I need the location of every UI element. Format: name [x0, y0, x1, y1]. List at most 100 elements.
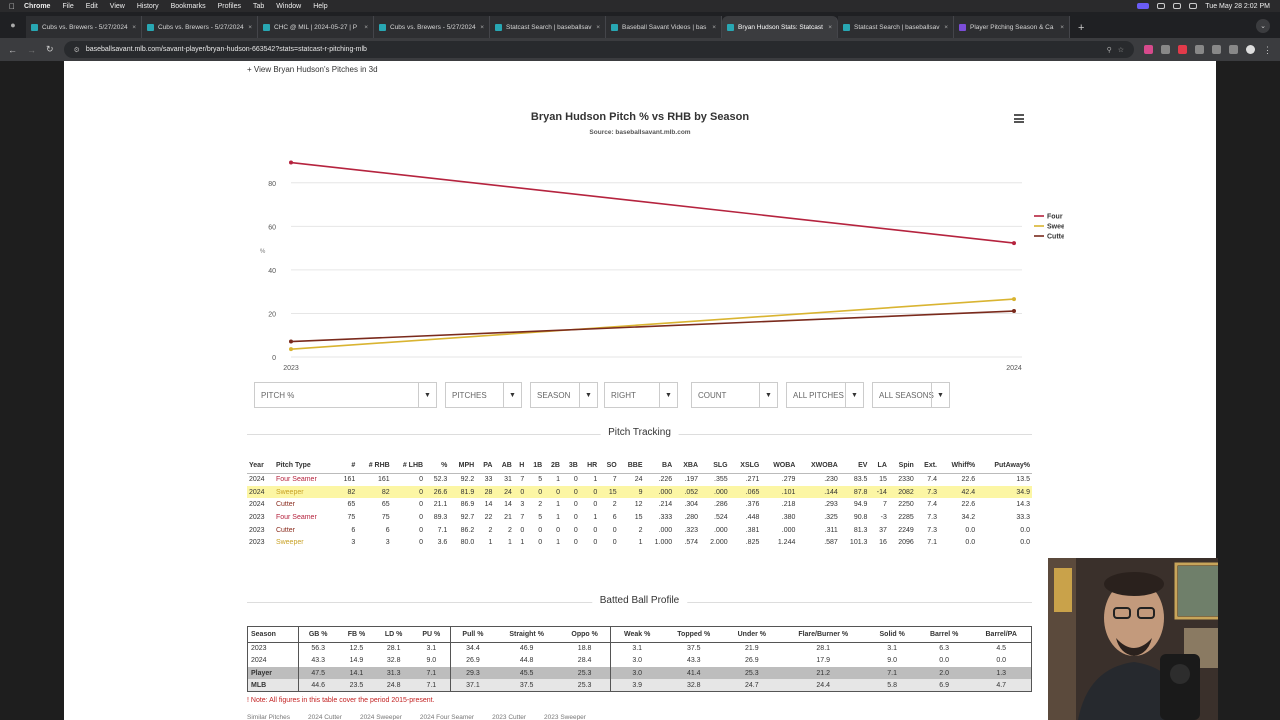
menu-window[interactable]: Window: [276, 3, 301, 10]
profile-avatar[interactable]: [1246, 45, 1255, 54]
tab-close-icon[interactable]: ×: [1060, 24, 1064, 31]
column-header[interactable]: WOBA: [761, 459, 798, 474]
chrome-menu-icon[interactable]: ⋮: [1263, 45, 1272, 55]
table-row[interactable]: 2023 Four Seamer 75 75 0 89.3 92.7 22 21 7 5 1 0 1 6 15…: [247, 511, 1032, 524]
series-line-four-seamer[interactable]: [290, 161, 1015, 244]
view-3d-link[interactable]: + View Bryan Hudson's Pitches in 3d: [247, 65, 378, 74]
column-header[interactable]: LD %: [375, 626, 413, 643]
reading-list-icon[interactable]: [1229, 45, 1238, 54]
column-header[interactable]: BBE: [618, 459, 645, 474]
browser-tab[interactable]: Player Pitching Season & Ca ×: [954, 16, 1070, 38]
extension-red-icon[interactable]: [1178, 45, 1187, 54]
browser-tab[interactable]: Cubs vs. Brewers - 5/27/2024 ×: [142, 16, 258, 38]
column-header[interactable]: # LHB: [391, 459, 426, 474]
menu-app-name[interactable]: Chrome: [24, 3, 50, 10]
column-header[interactable]: PA: [476, 459, 495, 474]
chart-menu-icon[interactable]: [1014, 114, 1024, 123]
wifi-icon[interactable]: [1173, 3, 1182, 9]
tab-close-icon[interactable]: ×: [364, 24, 368, 31]
table-row[interactable]: 2024 Four Seamer 161 161 0 52.3 92.2 33 31 7 5 1 0 1 7…: [247, 473, 1032, 486]
column-header[interactable]: FB %: [337, 626, 376, 643]
window-controls[interactable]: ●: [4, 16, 22, 34]
url-text[interactable]: baseballsavant.mlb.com/savant-player/bry…: [86, 46, 367, 53]
tab-close-icon[interactable]: ×: [712, 24, 716, 31]
column-header[interactable]: Barrel %: [916, 626, 972, 643]
column-header[interactable]: HR: [579, 459, 600, 474]
column-header[interactable]: XWOBA: [797, 459, 840, 474]
browser-tab[interactable]: Statcast Search | baseballsav ×: [490, 16, 606, 38]
column-header[interactable]: PutAway%: [977, 459, 1032, 474]
tab-close-icon[interactable]: ×: [944, 24, 948, 31]
column-header[interactable]: XSLG: [729, 459, 762, 474]
bookmark-star-icon[interactable]: ☆: [1118, 46, 1124, 54]
similar-pitch-link[interactable]: 2023 Sweeper: [544, 714, 586, 720]
column-header[interactable]: H: [513, 459, 527, 474]
column-header[interactable]: EV: [839, 459, 870, 474]
similar-pitch-link[interactable]: 2024 Sweeper: [360, 714, 402, 720]
menu-file[interactable]: File: [62, 3, 73, 10]
browser-tab[interactable]: Statcast Search | baseballsav ×: [838, 16, 954, 38]
menu-bookmarks[interactable]: Bookmarks: [171, 3, 206, 10]
column-header[interactable]: 1B: [526, 459, 545, 474]
column-header[interactable]: LA: [869, 459, 889, 474]
browser-tab[interactable]: Cubs vs. Brewers - 5/27/2024 ×: [374, 16, 490, 38]
apple-icon[interactable]: : [0, 2, 24, 11]
menu-help[interactable]: Help: [313, 3, 327, 10]
column-header[interactable]: Ext.: [915, 459, 939, 474]
filter-select-pitch-[interactable]: PITCH % ▼: [254, 382, 437, 408]
column-header[interactable]: Straight %: [494, 626, 559, 643]
column-header[interactable]: Weak %: [610, 626, 663, 643]
column-header[interactable]: SO: [599, 459, 619, 474]
column-header[interactable]: Season: [247, 626, 299, 643]
column-header[interactable]: BA: [644, 459, 675, 474]
column-header[interactable]: SLG: [700, 459, 730, 474]
filter-select-right[interactable]: RIGHT ▼: [604, 382, 678, 408]
column-header[interactable]: Solid %: [867, 626, 917, 643]
browser-tab[interactable]: CHC @ MIL | 2024-05-27 | P ×: [258, 16, 374, 38]
back-icon[interactable]: ←: [8, 45, 17, 55]
filter-select-count[interactable]: COUNT ▼: [691, 382, 778, 408]
filter-select-all-pitches[interactable]: ALL PITCHES ▼: [786, 382, 864, 408]
control-center-icon[interactable]: [1189, 3, 1198, 9]
site-info-icon[interactable]: ⚙: [74, 46, 80, 54]
extension-pocket-icon[interactable]: [1144, 45, 1153, 54]
data-point[interactable]: [289, 160, 293, 165]
browser-tab[interactable]: Cubs vs. Brewers - 5/27/2024 ×: [26, 16, 142, 38]
filter-select-all-seasons[interactable]: ALL SEASONS ▼: [872, 382, 950, 408]
menu-tab[interactable]: Tab: [253, 3, 264, 10]
table-row[interactable]: 2024 Sweeper 82 82 0 26.6 81.9 28 24 0 0 0 0 0 15 9.000…: [247, 485, 1032, 499]
column-header[interactable]: XBA: [674, 459, 700, 474]
column-header[interactable]: Oppo %: [558, 626, 612, 643]
zoom-icon[interactable]: ⚲: [1107, 46, 1112, 54]
table-row[interactable]: 2023 Cutter 6 6 0 7.1 86.2 2 2 0 0 0 0 0 0 2.000.323.00…: [247, 524, 1032, 537]
menu-view[interactable]: View: [110, 3, 125, 10]
data-point[interactable]: [1012, 309, 1016, 314]
table-row[interactable]: 2024 Cutter 65 65 0 21.1 86.9 14 14 3 2 1 0 0 2 12 .214.…: [247, 498, 1032, 511]
browser-tab[interactable]: Baseball Savant Videos | bas ×: [606, 16, 722, 38]
browser-tab[interactable]: Bryan Hudson Stats: Statcast ×: [722, 16, 838, 38]
tab-close-icon[interactable]: ×: [596, 24, 600, 31]
data-point[interactable]: [289, 347, 293, 352]
forward-icon[interactable]: →: [27, 45, 36, 55]
column-header[interactable]: %: [425, 459, 450, 474]
similar-pitch-link[interactable]: 2023 Cutter: [492, 714, 526, 720]
screen-record-icon[interactable]: [1137, 3, 1150, 9]
column-header[interactable]: Under %: [724, 626, 780, 643]
menu-edit[interactable]: Edit: [86, 3, 98, 10]
column-header[interactable]: # RHB: [357, 459, 392, 474]
extension-icon[interactable]: [1161, 45, 1170, 54]
similar-pitch-link[interactable]: 2024 Four Seamer: [420, 714, 474, 720]
battery-icon[interactable]: [1157, 3, 1166, 9]
menu-history[interactable]: History: [137, 3, 159, 10]
column-header[interactable]: Flare/Burner %: [779, 626, 868, 643]
series-line-cutter[interactable]: [290, 310, 1015, 343]
legend-label[interactable]: Four Seamer: [1047, 214, 1064, 221]
column-header[interactable]: Spin: [888, 459, 916, 474]
similar-pitch-link[interactable]: Similar Pitches: [247, 714, 290, 720]
tab-close-icon[interactable]: ×: [828, 24, 832, 31]
tab-close-icon[interactable]: ×: [248, 24, 252, 31]
data-point[interactable]: [1012, 241, 1016, 246]
new-tab-icon[interactable]: +: [1078, 22, 1084, 34]
column-header[interactable]: Topped %: [662, 626, 725, 643]
column-header[interactable]: Whiff%: [939, 459, 978, 474]
